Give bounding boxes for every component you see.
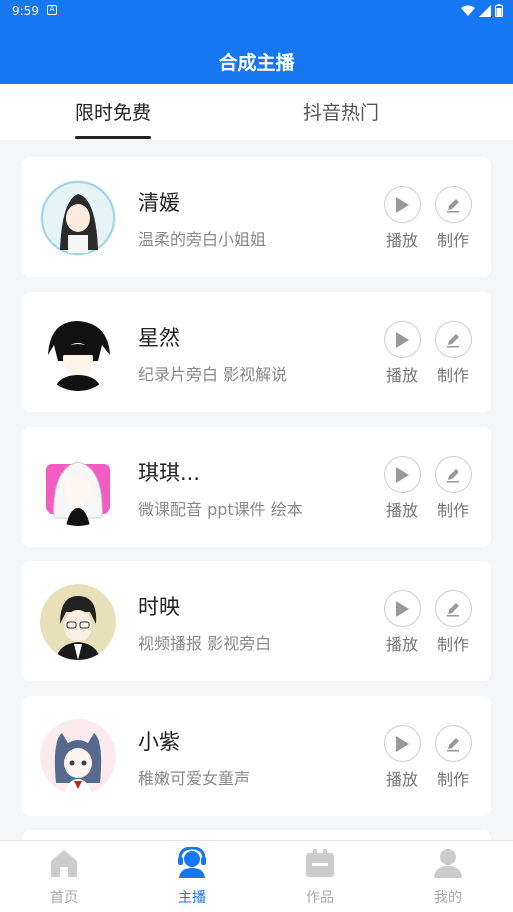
anchor-name: 小紫 [138, 730, 180, 754]
make-button[interactable]: 制作 [433, 590, 473, 655]
play-icon [396, 735, 409, 752]
edit-icon [447, 737, 459, 751]
avatar [40, 315, 116, 391]
anchor-card[interactable]: 时映 视频播报 影视旁白 播放 制作 [22, 561, 491, 681]
signal-icon [479, 4, 491, 17]
profile-icon [434, 849, 462, 878]
play-label: 播放 [385, 231, 418, 250]
tab-bar: 限时免费 抖音热门 [0, 84, 513, 140]
nav-profile[interactable]: 我的 [384, 841, 512, 912]
anchor-icon [178, 847, 206, 878]
edit-icon [447, 198, 459, 212]
make-button[interactable]: 制作 [433, 186, 473, 251]
edit-icon [447, 333, 459, 347]
play-label: 播放 [385, 501, 418, 520]
make-label: 制作 [436, 635, 469, 654]
anchor-desc: 温柔的旁白小姐姐 [138, 230, 267, 249]
nav-label: 作品 [306, 890, 334, 906]
play-icon [396, 331, 409, 348]
edit-icon [447, 602, 459, 616]
anchor-card-partial[interactable] [22, 830, 491, 840]
nav-label: 主播 [178, 890, 206, 906]
home-icon [51, 850, 77, 877]
play-icon [396, 196, 409, 213]
status-time: 9:59 [12, 4, 39, 18]
play-label: 播放 [385, 770, 418, 789]
play-button[interactable]: 播放 [382, 590, 422, 655]
nav-label: 首页 [50, 890, 78, 906]
make-label: 制作 [436, 770, 469, 789]
play-button[interactable]: 播放 [382, 725, 422, 790]
anchor-desc: 稚嫩可爱女童声 [138, 769, 251, 788]
notification-icon: A [47, 5, 57, 15]
play-button[interactable]: 播放 [382, 456, 422, 521]
anchor-name: 清媛 [138, 191, 180, 215]
app-bar: 合成主播 [0, 24, 513, 84]
anchor-name: 琪琪... [138, 461, 201, 485]
avatar [40, 450, 116, 526]
nav-anchor[interactable]: 主播 [128, 841, 256, 912]
anchor-desc: 纪录片旁白 影视解说 [138, 365, 288, 384]
system-icons [461, 4, 503, 17]
make-button[interactable]: 制作 [433, 321, 473, 386]
make-label: 制作 [436, 366, 469, 385]
play-label: 播放 [385, 635, 418, 654]
anchor-card[interactable]: 清媛 温柔的旁白小姐姐 播放 制作 [22, 157, 491, 277]
anchor-card[interactable]: 星然 纪录片旁白 影视解说 播放 制作 [22, 292, 491, 412]
make-label: 制作 [436, 231, 469, 250]
play-icon [396, 466, 409, 483]
tab-label: 限时免费 [75, 102, 152, 124]
avatar [40, 719, 116, 795]
anchor-name: 星然 [138, 326, 180, 350]
play-icon [396, 600, 409, 617]
works-icon [306, 849, 334, 877]
play-button[interactable]: 播放 [382, 186, 422, 251]
status-bar: 9:59 A [0, 0, 513, 24]
battery-icon [495, 4, 503, 17]
nav-home[interactable]: 首页 [0, 841, 128, 912]
page-title: 合成主播 [218, 52, 295, 74]
tab-active-indicator [75, 136, 152, 139]
anchor-list[interactable]: 清媛 温柔的旁白小姐姐 播放 制作 星然 纪录片旁白 影视解说 播放 制作 琪琪… [0, 140, 513, 840]
anchor-name: 时映 [138, 595, 180, 619]
bottom-nav: 首页 主播 作品 我的 [0, 840, 513, 912]
avatar [40, 180, 116, 256]
anchor-card[interactable]: 小紫 稚嫩可爱女童声 播放 制作 [22, 696, 491, 816]
anchor-desc: 视频播报 影视旁白 [138, 634, 272, 653]
tab-limited-free[interactable]: 限时免费 [75, 84, 152, 140]
tab-douyin-hot[interactable]: 抖音热门 [303, 84, 379, 140]
play-label: 播放 [385, 366, 418, 385]
nav-works[interactable]: 作品 [256, 841, 384, 912]
play-button[interactable]: 播放 [382, 321, 422, 386]
anchor-card[interactable]: 琪琪... 微课配音 ppt课件 绘本 播放 制作 [22, 427, 491, 547]
nav-label: 我的 [434, 890, 462, 906]
anchor-desc: 微课配音 ppt课件 绘本 [138, 500, 303, 519]
make-button[interactable]: 制作 [433, 725, 473, 790]
tab-label: 抖音热门 [303, 102, 380, 124]
wifi-icon [461, 5, 475, 16]
make-label: 制作 [436, 501, 469, 520]
make-button[interactable]: 制作 [433, 456, 473, 521]
edit-icon [447, 468, 459, 482]
avatar [40, 584, 116, 660]
